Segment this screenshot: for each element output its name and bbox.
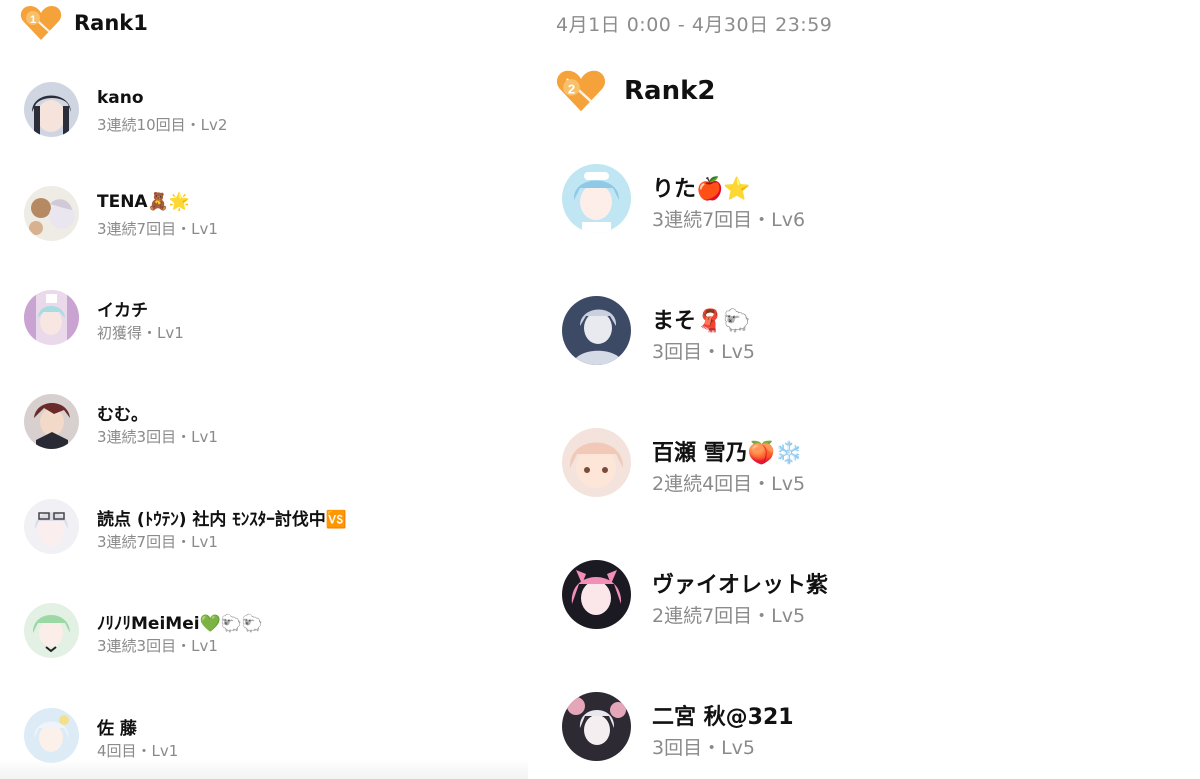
user-name: kano xyxy=(97,88,144,108)
avatar[interactable] xyxy=(24,82,79,137)
user-meta: 2連続7回目・Lv5 xyxy=(652,605,806,627)
avatar[interactable] xyxy=(562,692,631,761)
avatar[interactable] xyxy=(24,290,79,345)
avatar[interactable] xyxy=(562,428,631,497)
avatar[interactable] xyxy=(24,394,79,449)
avatar[interactable] xyxy=(24,186,79,241)
avatar[interactable] xyxy=(24,603,79,658)
user-meta: 3回目・Lv5 xyxy=(652,341,756,363)
user-name: ヴァイオレット紫 xyxy=(652,573,829,598)
rank1-badge-number: 1 xyxy=(30,14,36,26)
bottom-fade xyxy=(0,759,528,779)
avatar[interactable] xyxy=(24,708,79,763)
user-meta: 4回目・Lv1 xyxy=(97,742,179,760)
rank2-heart-badge-icon: 2 xyxy=(556,68,606,114)
user-meta: 2連続4回目・Lv5 xyxy=(652,473,806,495)
user-meta: 3連続7回目・Lv1 xyxy=(97,533,218,551)
user-name: TENA🧸🌟 xyxy=(97,192,190,212)
rank1-title: Rank1 xyxy=(74,11,148,35)
date-range: 4月1日 0:00 - 4月30日 23:59 xyxy=(556,14,833,36)
user-name: りた🍎⭐ xyxy=(652,177,751,202)
avatar[interactable] xyxy=(562,296,631,365)
user-name: 佐 藤 xyxy=(97,719,137,739)
left-panel: 1 Rank1 kano 3連続10回目・Lv2 TENA🧸🌟 3連続7回目・L… xyxy=(0,0,528,779)
rank2-badge-number: 2 xyxy=(568,81,575,96)
user-meta: 3連続7回目・Lv6 xyxy=(652,209,806,231)
rank1-heart-badge-icon: 1 xyxy=(20,4,62,42)
user-meta: 初獲得・Lv1 xyxy=(97,324,184,342)
user-meta: 3回目・Lv5 xyxy=(652,737,756,759)
avatar[interactable] xyxy=(24,499,79,554)
user-name: イカチ xyxy=(97,301,148,321)
avatar[interactable] xyxy=(562,164,631,233)
user-name: 二宮 秋@321 xyxy=(652,705,794,730)
right-panel: 4月1日 0:00 - 4月30日 23:59 2 Rank2 りた🍎⭐ 3連続… xyxy=(528,0,1200,779)
user-name: 百瀬 雪乃🍑❄️ xyxy=(652,441,803,466)
user-meta: 3連続10回目・Lv2 xyxy=(97,116,228,134)
user-name: ﾉﾘﾉﾘMeiMei💚🐑🐑 xyxy=(97,614,264,634)
user-name: むむ。 xyxy=(97,405,148,425)
user-meta: 3連続3回目・Lv1 xyxy=(97,637,218,655)
avatar[interactable] xyxy=(562,560,631,629)
user-name: まそ🧣🐑 xyxy=(652,309,751,334)
user-meta: 3連続7回目・Lv1 xyxy=(97,220,218,238)
rank2-title: Rank2 xyxy=(624,76,716,106)
user-name: 読点 (ﾄｳﾃﾝ) 社内 ﾓﾝｽﾀｰ討伐中🆚 xyxy=(97,510,347,530)
user-meta: 3連続3回目・Lv1 xyxy=(97,428,218,446)
